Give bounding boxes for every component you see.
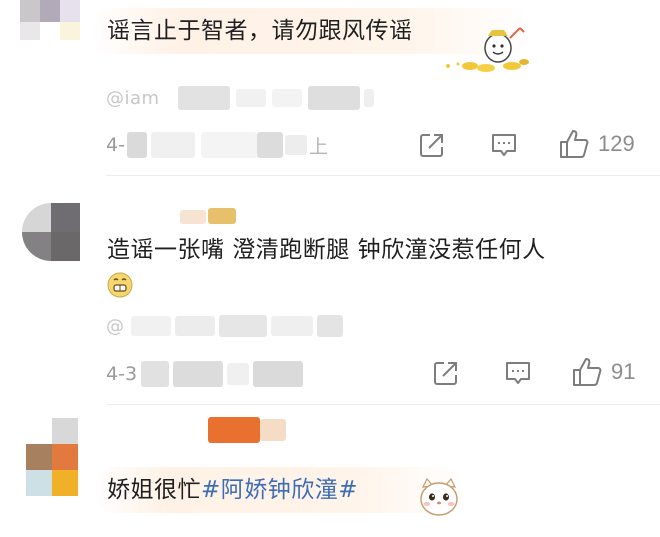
comment-item: 造谣一张嘴 澄清跑断腿 钟欣潼没惹任何人 @ 4-3 91	[0, 175, 660, 405]
comment-plain-text: 娇姐很忙	[107, 477, 201, 503]
comment-icon	[492, 134, 516, 156]
grin-emoji	[107, 272, 133, 298]
share-icon	[420, 134, 443, 157]
white-cat-sticker	[420, 477, 458, 516]
comment-meta: 4- 上	[106, 132, 328, 158]
hashtag-link[interactable]: #阿娇钟欣潼#	[201, 477, 358, 503]
comment-text: 谣言止于智者，请勿跟风传谣	[107, 18, 413, 44]
comment-item: 谣言止于智者，请勿跟风传谣 @iam 4- 上 129	[0, 0, 660, 176]
share-icon	[434, 362, 457, 385]
comment-button[interactable]	[490, 132, 518, 158]
avatar[interactable]	[20, 0, 80, 40]
timestamp: 4-3	[106, 363, 138, 385]
username-blur[interactable]	[180, 210, 206, 224]
like-count: 91	[611, 359, 636, 384]
like-icon	[560, 130, 589, 158]
comment-meta: 4-3	[106, 356, 304, 392]
comment-text: 造谣一张嘴 澄清跑断腿 钟欣潼没惹任何人	[107, 237, 546, 263]
like-button[interactable]: 91	[571, 356, 635, 388]
client-source-line: @iam	[106, 84, 374, 112]
client-source-line: @	[106, 312, 343, 340]
comment-icon	[506, 362, 530, 384]
like-count: 129	[598, 131, 635, 156]
avatar[interactable]	[26, 418, 78, 496]
like-button[interactable]: 129	[558, 128, 635, 160]
fortune-figure-sticker	[446, 27, 529, 72]
comment-button[interactable]	[504, 360, 532, 386]
comment-item: 娇姐很忙#阿娇钟欣潼#	[0, 405, 660, 537]
username-blur[interactable]	[208, 417, 260, 443]
like-icon	[573, 358, 602, 386]
timestamp: 4-	[106, 134, 125, 156]
comment-text: 娇姐很忙#阿娇钟欣潼#	[107, 475, 358, 505]
share-button[interactable]	[418, 131, 446, 159]
share-button[interactable]	[432, 359, 460, 387]
avatar[interactable]	[22, 203, 80, 261]
